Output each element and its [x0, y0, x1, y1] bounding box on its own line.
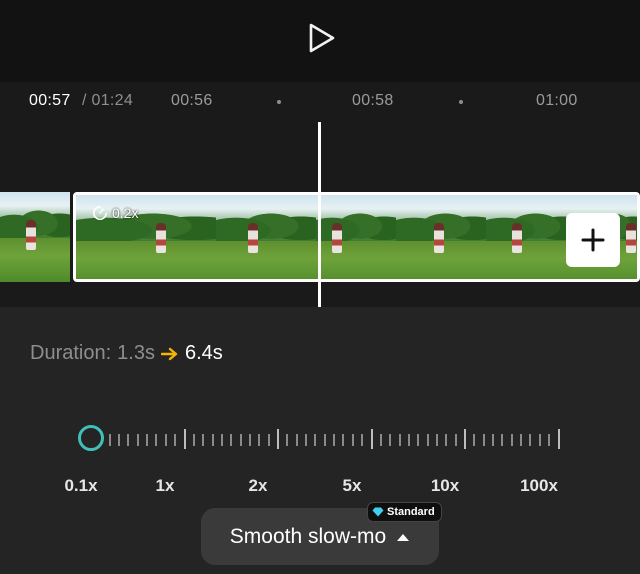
- slider-major-tick: [277, 429, 279, 449]
- slider-minor-tick: [220, 434, 223, 446]
- slider-minor-tick: [379, 434, 382, 446]
- clip-speed-value: 0.2x: [112, 205, 139, 221]
- duration-label: Duration:: [30, 342, 112, 364]
- slider-minor-tick: [333, 434, 336, 446]
- slider-minor-tick: [417, 434, 420, 446]
- add-clip-button[interactable]: [566, 213, 620, 267]
- slider-thumb[interactable]: [78, 425, 104, 451]
- play-icon: [309, 23, 335, 53]
- slider-minor-tick: [174, 434, 177, 446]
- slider-minor-tick: [389, 434, 392, 446]
- slider-minor-tick: [314, 434, 317, 446]
- previous-clip[interactable]: [0, 192, 70, 282]
- slider-minor-tick: [398, 434, 401, 446]
- ruler-tick-label: 00:58: [352, 92, 394, 109]
- speed-label: 2x: [248, 476, 268, 495]
- slider-minor-tick: [305, 434, 308, 446]
- slider-minor-tick: [258, 434, 261, 446]
- speed-label: 100x: [520, 476, 558, 495]
- ruler-tick-label: 01:00: [536, 92, 578, 109]
- slider-minor-tick: [529, 434, 532, 446]
- slider-minor-tick: [248, 434, 251, 446]
- current-time: 00:57: [29, 92, 71, 109]
- slider-minor-tick: [118, 434, 121, 446]
- slider-minor-tick: [342, 434, 345, 446]
- playhead[interactable]: [318, 122, 321, 307]
- standard-badge-label: Standard: [387, 506, 435, 518]
- slider-minor-tick: [538, 434, 541, 446]
- ruler-dot: [277, 100, 281, 104]
- total-time: / 01:24: [82, 92, 134, 109]
- slider-minor-tick: [286, 434, 289, 446]
- slider-minor-tick: [127, 434, 130, 446]
- slider-minor-tick: [520, 434, 523, 446]
- slider-minor-tick: [267, 434, 270, 446]
- slider-minor-tick: [510, 434, 513, 446]
- slider-minor-tick: [501, 434, 504, 446]
- ruler-dot: [459, 100, 463, 104]
- slider-minor-tick: [445, 434, 448, 446]
- slider-minor-tick: [202, 434, 205, 446]
- selected-clip[interactable]: 0.2x: [73, 192, 640, 282]
- caret-up-icon: [397, 533, 410, 541]
- slider-minor-tick: [230, 434, 233, 446]
- ruler-tick-label: 00:56: [171, 92, 213, 109]
- slider-major-tick: [370, 429, 373, 449]
- slider-minor-tick: [295, 434, 298, 446]
- slider-major-tick: [557, 429, 560, 449]
- slider-minor-tick: [407, 434, 410, 446]
- speed-panel: Duration: 1.3s 6.4s 0.1x 1x 2x 5x 10x 10…: [0, 307, 640, 574]
- slider-minor-tick: [192, 434, 195, 446]
- duration-row: Duration: 1.3s 6.4s: [30, 342, 223, 365]
- slider-major-tick: [464, 429, 466, 449]
- speed-label: 10x: [430, 476, 460, 495]
- slider-major-tick: [183, 429, 186, 449]
- slider-minor-tick: [239, 434, 242, 446]
- slider-minor-tick: [136, 434, 139, 446]
- slider-minor-tick: [548, 434, 551, 446]
- slider-minor-tick: [482, 434, 485, 446]
- slider-minor-tick: [164, 434, 167, 446]
- diamond-icon: [372, 507, 384, 517]
- arrow-right-icon: [160, 347, 178, 360]
- speed-label: 0.1x: [64, 476, 98, 495]
- preview-area: [0, 0, 640, 82]
- slider-minor-tick: [454, 434, 457, 446]
- slider-minor-tick: [492, 434, 495, 446]
- slider-minor-tick: [426, 434, 429, 446]
- speed-icon: [93, 206, 107, 220]
- slider-minor-tick: [351, 434, 354, 446]
- speed-label: 5x: [342, 476, 362, 495]
- speed-label: 1x: [155, 476, 175, 495]
- plus-icon: [581, 228, 605, 252]
- play-button[interactable]: [304, 22, 338, 54]
- slider-minor-tick: [361, 434, 364, 446]
- smooth-slow-mo-label: Smooth slow-mo: [229, 524, 387, 548]
- speed-slider[interactable]: [78, 423, 560, 453]
- slider-minor-tick: [435, 434, 438, 446]
- standard-badge: Standard: [367, 502, 442, 522]
- slider-minor-tick: [155, 434, 158, 446]
- slider-minor-tick: [323, 434, 326, 446]
- slider-minor-tick: [211, 434, 214, 446]
- slider-minor-tick: [146, 434, 149, 446]
- slider-minor-tick: [108, 434, 111, 446]
- clip-speed-badge: 0.2x: [92, 205, 138, 221]
- duration-new: 6.4s: [184, 342, 223, 364]
- slider-minor-tick: [473, 434, 476, 446]
- duration-original: 1.3s: [117, 342, 155, 364]
